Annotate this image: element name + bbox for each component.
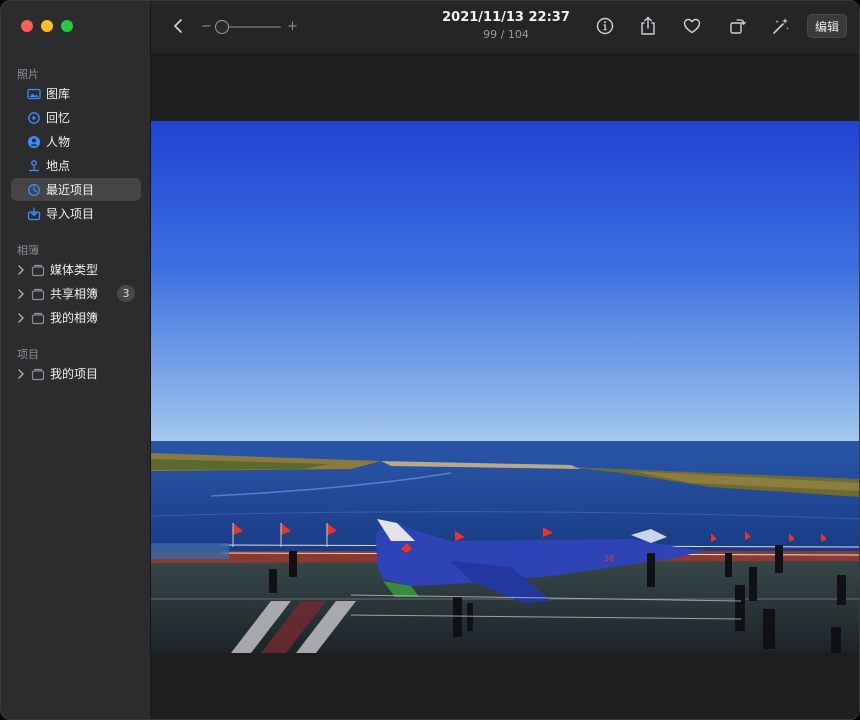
photos-window: 照片 图库 回忆 人物 地点 最近项目 导入项目 相簿 媒体类型 共享相簿 3 … bbox=[0, 0, 860, 720]
sidebar-item-people[interactable]: 人物 bbox=[11, 130, 141, 153]
toolbar: − + 2021/11/13 22:37 99 / 104 编辑 bbox=[151, 1, 859, 53]
share-button[interactable] bbox=[637, 15, 659, 37]
photo-aircraft-carrier-deck[interactable]: 38 bbox=[151, 121, 859, 653]
photo-viewer: 38 bbox=[151, 53, 859, 719]
favorite-heart-icon bbox=[683, 18, 701, 34]
chevron-left-icon bbox=[174, 19, 182, 33]
memories-icon bbox=[27, 111, 41, 125]
sidebar-item-label: 共享相簿 bbox=[50, 287, 99, 301]
photo-image: 38 bbox=[151, 121, 859, 653]
sidebar-item-label: 回忆 bbox=[46, 111, 71, 125]
rotate-icon bbox=[730, 19, 746, 34]
section-title-projects: 项目 bbox=[17, 348, 39, 361]
sidebar-item-memories[interactable]: 回忆 bbox=[11, 106, 141, 129]
album-folder-icon bbox=[31, 311, 45, 325]
section-title-photos: 照片 bbox=[17, 68, 39, 81]
sidebar-item-label: 媒体类型 bbox=[50, 263, 99, 277]
sidebar-item-my-albums[interactable]: 我的相簿 bbox=[11, 306, 141, 329]
sidebar-item-label: 最近项目 bbox=[46, 183, 95, 197]
album-folder-icon bbox=[31, 367, 45, 381]
zoom-window-button[interactable] bbox=[61, 20, 73, 32]
sidebar: 照片 图库 回忆 人物 地点 最近项目 导入项目 相簿 媒体类型 共享相簿 3 … bbox=[1, 1, 151, 719]
sidebar-item-media-types[interactable]: 媒体类型 bbox=[11, 258, 141, 281]
zoom-slider[interactable]: − + bbox=[201, 18, 298, 36]
sidebar-item-imports[interactable]: 导入项目 bbox=[11, 202, 141, 225]
photo-date: 2021/11/13 22:37 bbox=[442, 10, 570, 25]
sidebar-item-label: 我的相簿 bbox=[50, 311, 99, 325]
sidebar-item-label: 地点 bbox=[46, 159, 71, 173]
section-title-albums: 相簿 bbox=[17, 244, 39, 257]
zoom-knob[interactable] bbox=[215, 20, 229, 34]
sidebar-item-places[interactable]: 地点 bbox=[11, 154, 141, 177]
info-button[interactable] bbox=[594, 15, 616, 37]
favorite-button[interactable] bbox=[681, 15, 703, 37]
sidebar-item-recents[interactable]: 最近项目 bbox=[11, 178, 141, 201]
album-folder-icon bbox=[31, 263, 45, 277]
chevron-right-icon[interactable] bbox=[17, 287, 27, 301]
chevron-right-icon[interactable] bbox=[17, 263, 27, 277]
recents-clock-icon bbox=[27, 183, 41, 197]
shared-albums-count-badge: 3 bbox=[117, 285, 135, 302]
sidebar-item-label: 导入项目 bbox=[46, 207, 95, 221]
photo-index-count: 99 / 104 bbox=[483, 28, 529, 41]
auto-enhance-wand-icon bbox=[773, 18, 789, 34]
info-icon bbox=[596, 17, 614, 35]
edit-button[interactable]: 编辑 bbox=[807, 14, 847, 38]
chevron-right-icon[interactable] bbox=[17, 311, 27, 325]
people-icon bbox=[27, 135, 41, 149]
sidebar-item-label: 人物 bbox=[46, 135, 71, 149]
chevron-right-icon[interactable] bbox=[17, 367, 27, 381]
sidebar-item-my-projects[interactable]: 我的项目 bbox=[11, 362, 141, 385]
album-folder-icon bbox=[31, 287, 45, 301]
zoom-in-label: + bbox=[287, 19, 298, 34]
zoom-out-label: − bbox=[201, 19, 212, 34]
minimize-window-button[interactable] bbox=[41, 20, 53, 32]
sidebar-item-library[interactable]: 图库 bbox=[11, 82, 141, 105]
close-window-button[interactable] bbox=[21, 20, 33, 32]
back-button[interactable] bbox=[167, 15, 189, 37]
auto-enhance-button[interactable] bbox=[770, 15, 792, 37]
imports-icon bbox=[27, 206, 41, 221]
jet-tail-number: 38 bbox=[604, 554, 614, 563]
sidebar-item-shared-albums[interactable]: 共享相簿 3 bbox=[11, 282, 141, 305]
sidebar-item-label: 我的项目 bbox=[50, 367, 99, 381]
share-icon bbox=[641, 16, 655, 35]
photo-library-icon bbox=[27, 87, 41, 101]
window-controls bbox=[21, 20, 73, 32]
sidebar-item-label: 图库 bbox=[46, 87, 71, 101]
rotate-button[interactable] bbox=[726, 15, 748, 37]
places-icon bbox=[27, 159, 41, 173]
